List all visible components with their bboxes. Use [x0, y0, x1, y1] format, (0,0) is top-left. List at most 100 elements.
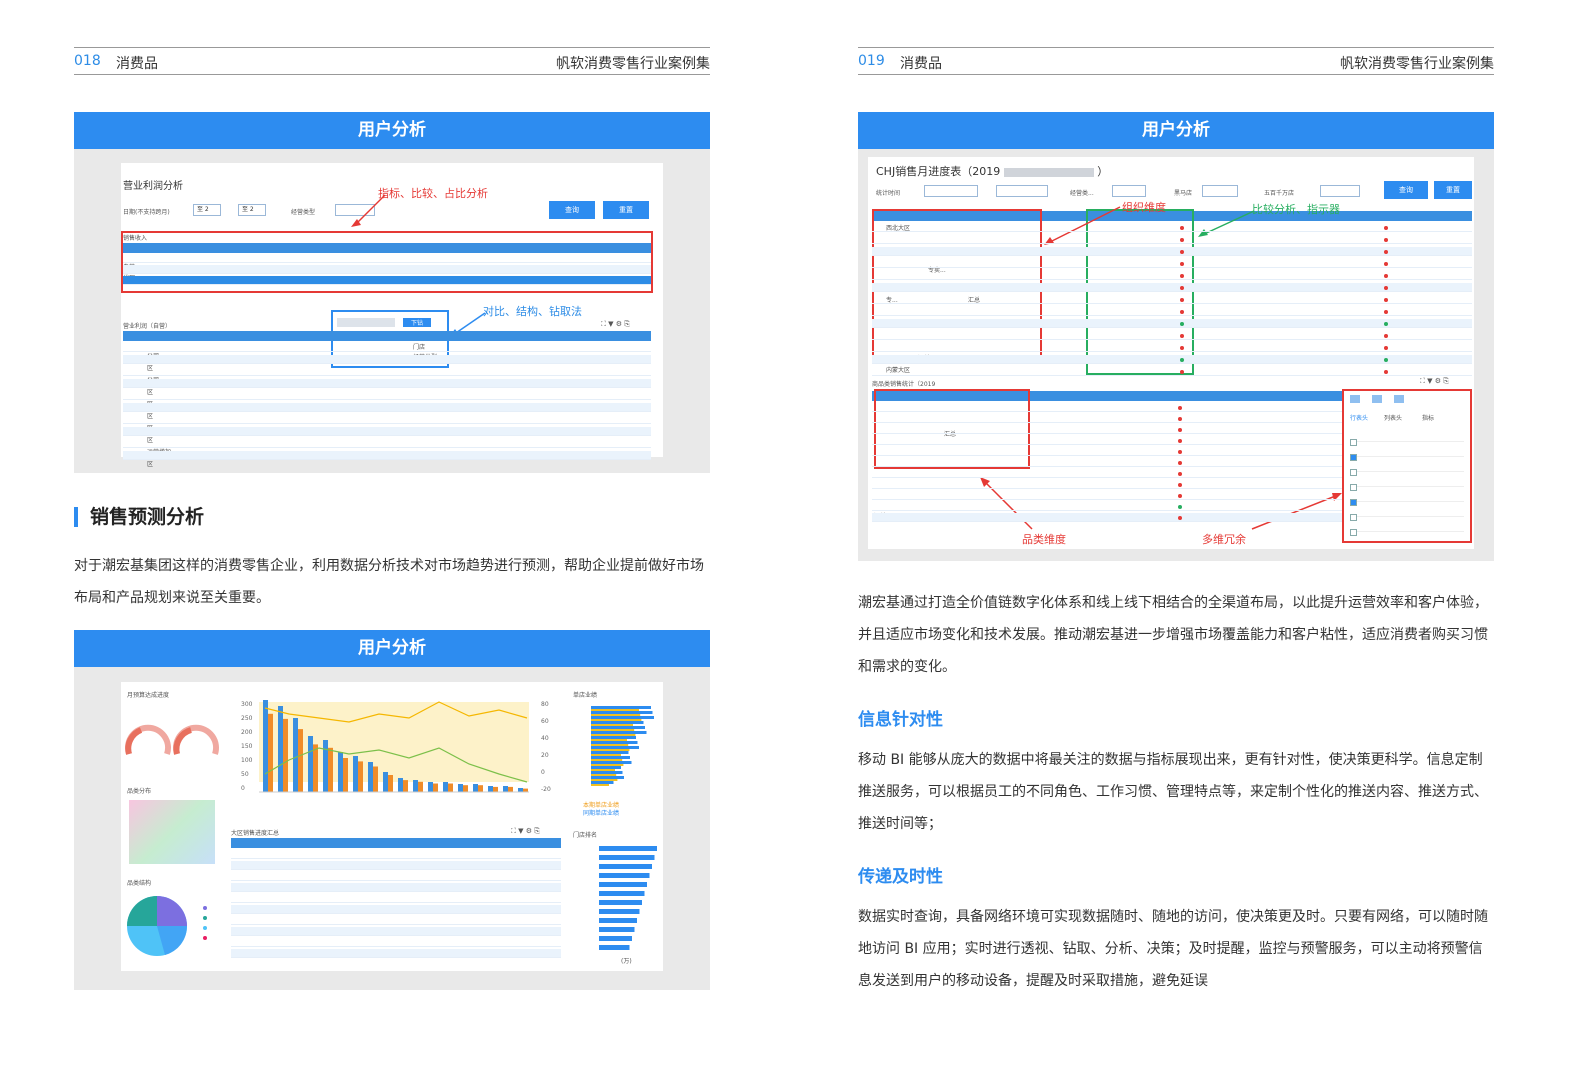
reset-button[interactable]: 重置 — [1434, 181, 1472, 199]
bar — [403, 780, 408, 792]
checkbox-item[interactable] — [1350, 506, 1464, 521]
table-row — [872, 480, 1342, 489]
panel-title: 品类分布 — [127, 788, 152, 795]
status-indicator — [1384, 298, 1388, 302]
status-indicator — [1384, 358, 1388, 362]
table-row — [231, 894, 561, 903]
status-indicator — [1384, 322, 1388, 326]
bar — [293, 718, 298, 792]
status-indicator — [1180, 358, 1184, 362]
tick-label: 0 — [541, 769, 545, 776]
panel-tab[interactable]: 行表头 — [1350, 413, 1368, 422]
status-indicator — [1180, 298, 1184, 302]
table-row: 区 — [123, 415, 651, 432]
table-row — [872, 283, 1472, 292]
date-from-input[interactable]: 至 2 — [193, 204, 221, 216]
reset-button[interactable]: 重置 — [603, 201, 649, 219]
bar — [488, 786, 493, 792]
page-number: 018 — [74, 53, 101, 69]
book-title: 帆软消费零售行业案例集 — [1340, 56, 1494, 72]
bar — [591, 744, 629, 746]
status-indicator — [1180, 250, 1184, 254]
annotation-org: 组织维度 — [1122, 201, 1166, 214]
status-indicator — [1178, 483, 1182, 487]
store-bar-chart — [591, 706, 654, 786]
bar — [591, 781, 614, 784]
tick-label: 250 — [241, 715, 253, 722]
bar — [368, 762, 373, 792]
table-row — [872, 458, 1342, 467]
status-indicator — [1178, 417, 1182, 421]
page-header: 018 消费品 帆软消费零售行业案例集 — [74, 47, 710, 75]
bar — [591, 769, 615, 771]
status-indicator — [1178, 439, 1182, 443]
bar — [591, 711, 653, 714]
table-row — [872, 223, 1472, 232]
checkbox-item[interactable] — [1350, 431, 1464, 446]
date-input[interactable] — [924, 185, 978, 197]
word-cloud — [129, 800, 215, 864]
table-row — [231, 883, 561, 892]
bar — [599, 882, 647, 887]
checkbox-item[interactable] — [1350, 491, 1464, 506]
type-select[interactable] — [1112, 185, 1146, 197]
toolbar-icons[interactable]: ⛶ ▼ ⚙ ⎘ — [601, 320, 630, 329]
panel-title: 品类结构 — [127, 880, 152, 887]
bar — [388, 775, 393, 792]
query-button[interactable]: 查询 — [549, 201, 595, 219]
bar — [591, 734, 636, 736]
checkbox-item[interactable] — [1350, 476, 1464, 491]
status-indicator — [1384, 274, 1388, 278]
date-to-input[interactable]: 至 2 — [238, 204, 266, 216]
status-indicator — [1180, 274, 1184, 278]
table-row: 公司 — [123, 367, 651, 384]
table-row — [872, 235, 1472, 244]
bar — [373, 766, 378, 792]
bar — [599, 927, 635, 932]
toolbar-icons[interactable]: ⛶ ▼ ⚙ ⎘ — [511, 827, 540, 836]
bar — [599, 900, 642, 905]
section-name: 消费品 — [116, 56, 158, 72]
bar — [591, 771, 623, 774]
store-select[interactable] — [1320, 185, 1360, 197]
bar — [448, 783, 453, 792]
type-label: 经营类型 — [291, 209, 316, 216]
bar — [599, 864, 652, 869]
screenshot-sales-progress: CHJ销售月进度表（2019 ） 统计时间 经营类... 黑马店 五百千万店 查… — [858, 149, 1494, 561]
store-select[interactable] — [1202, 185, 1238, 197]
table-row: 区 — [123, 391, 651, 408]
tick-label: -20 — [541, 786, 551, 793]
drill-tag[interactable]: 下钻 — [403, 318, 431, 327]
table-row: 运营增加 — [123, 439, 651, 456]
bar — [328, 747, 333, 792]
bar — [268, 713, 273, 792]
table-row — [872, 425, 1342, 434]
bar — [413, 780, 418, 792]
panel-title: 单店业绩 — [573, 692, 598, 699]
bar — [591, 751, 629, 754]
checkbox-item[interactable] — [1350, 461, 1464, 476]
checkbox-item[interactable] — [1350, 521, 1464, 536]
panel-tab[interactable]: 列表头 — [1384, 413, 1402, 422]
table-row: 区 — [123, 403, 651, 420]
toolbar-icons[interactable]: ⛶ ▼ ⚙ ⎘ — [1420, 377, 1449, 386]
page-number: 019 — [858, 53, 885, 69]
bar — [599, 909, 640, 914]
bar — [591, 729, 635, 731]
bar — [338, 752, 343, 792]
bar — [478, 785, 483, 792]
status-indicator — [1180, 346, 1184, 350]
query-button[interactable]: 查询 — [1384, 181, 1428, 199]
panel-tab[interactable]: 指标 — [1422, 413, 1434, 422]
bar — [283, 718, 288, 792]
tick-label: 60 — [541, 718, 549, 725]
report-title: 营业利润分析 — [123, 181, 183, 192]
section-title: 销售预测分析 — [74, 507, 204, 527]
date-input[interactable] — [996, 185, 1048, 197]
table-row — [872, 295, 1472, 304]
checkbox-item[interactable] — [1350, 446, 1464, 461]
table-row — [231, 861, 561, 870]
tick-label: 20 — [541, 752, 549, 759]
table2-header — [123, 331, 651, 341]
filter-label: 黑马店 — [1174, 190, 1193, 197]
